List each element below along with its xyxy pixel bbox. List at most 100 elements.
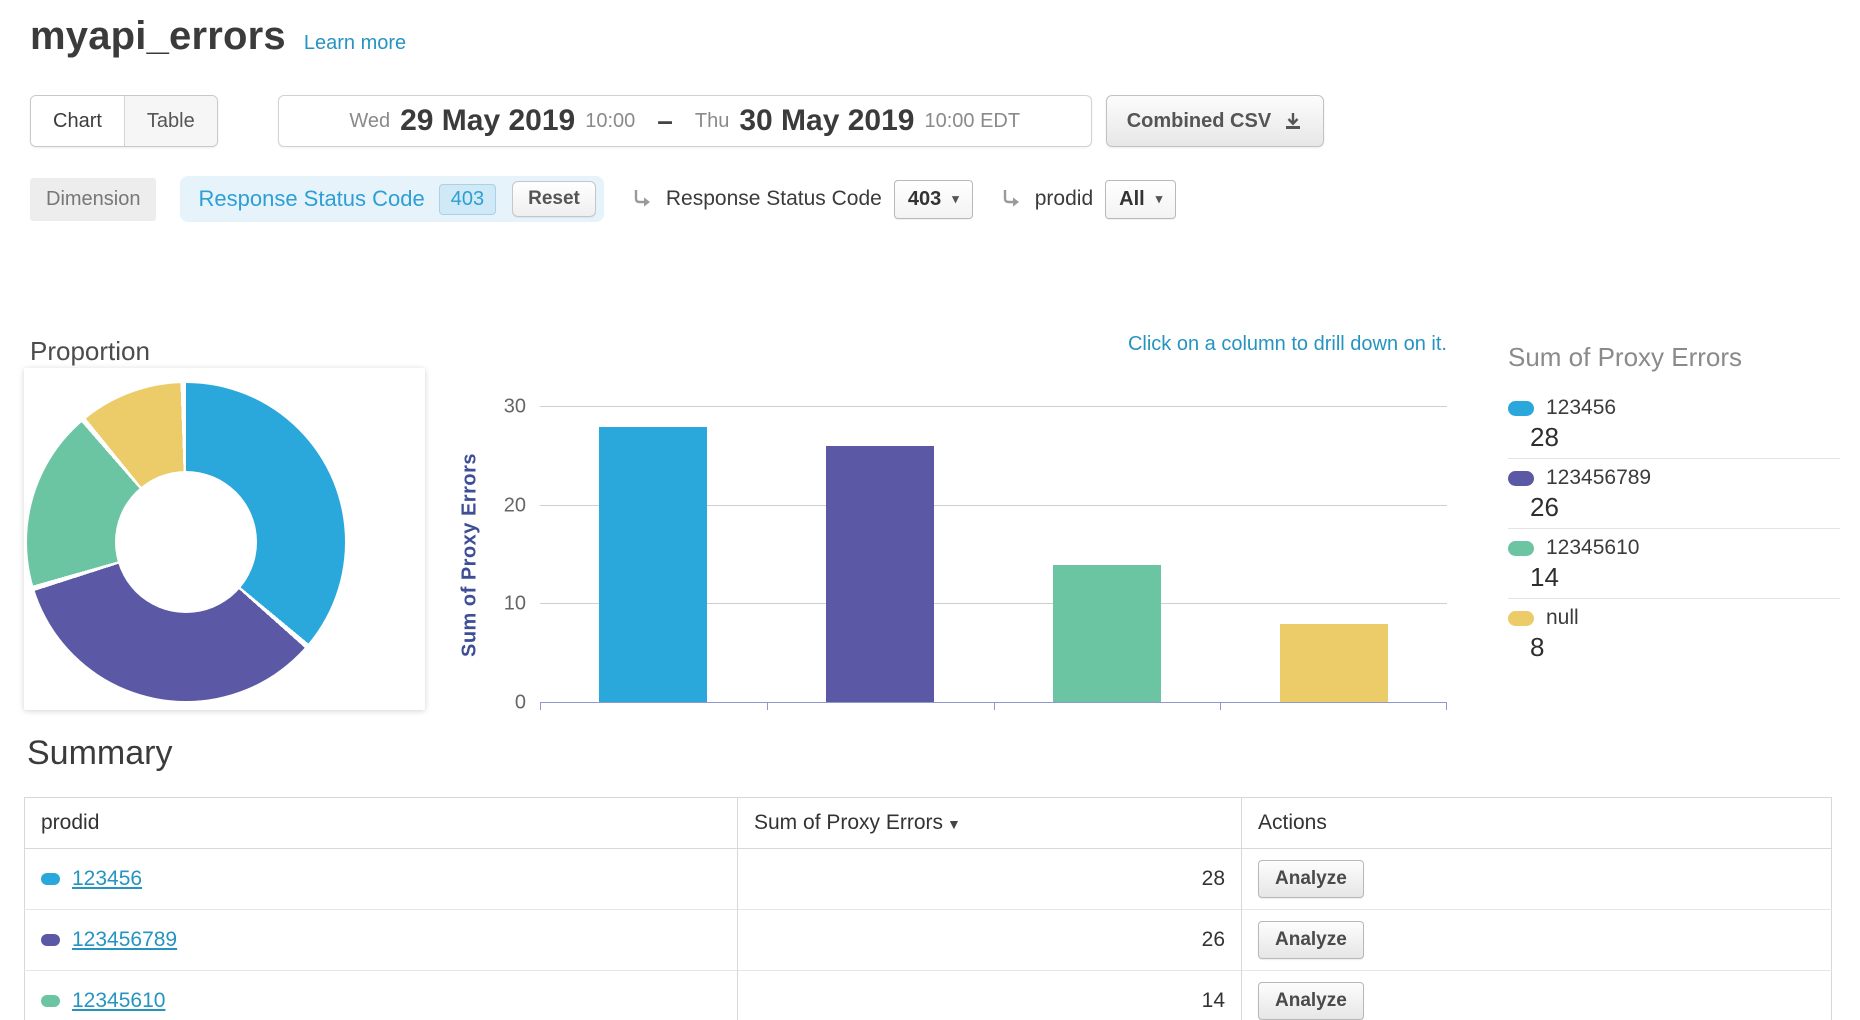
proportion-card <box>24 368 425 710</box>
report-page: myapi_errors Learn more Chart Table Wed … <box>0 0 1860 1020</box>
sort-desc-icon: ▼ <box>947 816 961 832</box>
active-filter-name: Response Status Code <box>198 186 424 212</box>
header: myapi_errors Learn more <box>30 14 406 59</box>
column-header-prodid: prodid <box>25 798 738 849</box>
drilldown-select-prodid[interactable]: All ▾ <box>1105 180 1176 219</box>
drilldown-response-status-code: Response Status Code 403 ▾ <box>630 180 973 219</box>
toolbar: Chart Table Wed 29 May 2019 10:00 – Thu … <box>30 95 1324 147</box>
donut-chart[interactable] <box>27 383 345 701</box>
y-tick-label: 0 <box>515 692 526 715</box>
bar-slot <box>540 407 767 703</box>
active-filter-chip[interactable]: Response Status Code 403 Reset <box>180 176 603 222</box>
analyze-button-12345610[interactable]: Analyze <box>1258 982 1364 1020</box>
date-range-picker[interactable]: Wed 29 May 2019 10:00 – Thu 30 May 2019 … <box>278 95 1092 147</box>
prodid-link-12345610[interactable]: 12345610 <box>72 989 165 1012</box>
legend-value: 14 <box>1530 563 1840 592</box>
y-tick-label: 20 <box>504 494 526 517</box>
bar-chart <box>540 407 1447 703</box>
bar-123456[interactable] <box>599 427 707 703</box>
combined-csv-label: Combined CSV <box>1127 110 1271 133</box>
start-day: Wed <box>349 110 390 133</box>
legend-item-123456789: 123456789 26 <box>1508 458 1840 528</box>
bar-12345610[interactable] <box>1053 565 1161 703</box>
drilldown-arrow-icon <box>630 187 654 211</box>
end-date: 30 May 2019 <box>739 104 914 138</box>
drilldown-prodid: prodid All ▾ <box>999 180 1176 219</box>
download-icon <box>1283 111 1303 131</box>
legend-label: 123456 <box>1546 396 1616 420</box>
drilldown-selected-value: 403 <box>908 188 941 211</box>
page-title: myapi_errors <box>30 14 286 59</box>
y-axis: 0102030 <box>478 407 526 703</box>
legend-swatch <box>1508 401 1534 416</box>
drilldown-label: Response Status Code <box>666 187 882 211</box>
column-header-sum-of-proxy-errors[interactable]: Sum of Proxy Errors▼ <box>738 798 1242 849</box>
legend-label: 123456789 <box>1546 466 1651 490</box>
reset-button[interactable]: Reset <box>512 181 596 217</box>
column-header-actions: Actions <box>1242 798 1832 849</box>
sum-of-proxy-errors-value: 14 <box>738 971 1242 1020</box>
end-time: 10:00 EDT <box>924 110 1020 133</box>
sum-of-proxy-errors-value: 28 <box>738 849 1242 910</box>
start-date: 29 May 2019 <box>400 104 575 138</box>
row-color-swatch <box>41 995 60 1007</box>
end-day: Thu <box>695 110 729 133</box>
drilldown-hint: Click on a column to drill down on it. <box>540 333 1447 356</box>
x-axis-baseline <box>540 702 1447 703</box>
view-toggle: Chart Table <box>30 95 218 147</box>
donut-hole <box>115 471 257 613</box>
analyze-button-123456789[interactable]: Analyze <box>1258 921 1364 959</box>
table-row: 123456 28 Analyze <box>25 849 1832 910</box>
date-range-separator: – <box>657 105 673 137</box>
active-filter-value: 403 <box>439 184 496 215</box>
bar-slot <box>767 407 994 703</box>
summary-table-header-row: prodid Sum of Proxy Errors▼ Actions <box>25 798 1832 849</box>
bar-slots <box>540 407 1447 703</box>
prodid-link-123456[interactable]: 123456 <box>72 867 142 890</box>
drilldown-selected-value: All <box>1119 188 1145 211</box>
proportion-label: Proportion <box>30 336 150 367</box>
legend-item-12345610: 12345610 14 <box>1508 528 1840 598</box>
combined-csv-button[interactable]: Combined CSV <box>1106 95 1324 147</box>
bar-slot <box>994 407 1221 703</box>
summary-table-body: 12345628Analyze12345678926Analyze1234561… <box>25 849 1832 1020</box>
legend-swatch <box>1508 541 1534 556</box>
y-tick-label: 30 <box>504 396 526 419</box>
prodid-link-123456789[interactable]: 123456789 <box>72 928 177 951</box>
legend: Sum of Proxy Errors 12345628123456789261… <box>1508 342 1840 668</box>
start-time: 10:00 <box>585 110 635 133</box>
legend-item-null: null 8 <box>1508 598 1840 668</box>
table-row: 12345610 14 Analyze <box>25 971 1832 1020</box>
analyze-button-123456[interactable]: Analyze <box>1258 860 1364 898</box>
row-color-swatch <box>41 934 60 946</box>
summary-table: prodid Sum of Proxy Errors▼ Actions 1234… <box>24 797 1832 1020</box>
drilldown-label: prodid <box>1035 187 1093 211</box>
tab-chart[interactable]: Chart <box>31 96 124 146</box>
legend-value: 26 <box>1530 493 1840 522</box>
table-row: 123456789 26 Analyze <box>25 910 1832 971</box>
bar-null[interactable] <box>1280 624 1388 703</box>
legend-label: null <box>1546 606 1579 630</box>
learn-more-link[interactable]: Learn more <box>304 32 406 55</box>
chevron-down-icon: ▾ <box>952 191 959 207</box>
filter-row: Dimension Response Status Code 403 Reset… <box>30 176 1176 222</box>
y-tick-label: 10 <box>504 593 526 616</box>
legend-value: 8 <box>1530 633 1840 662</box>
chevron-down-icon: ▾ <box>1156 191 1163 207</box>
tab-table[interactable]: Table <box>124 96 217 146</box>
sum-of-proxy-errors-value: 26 <box>738 910 1242 971</box>
legend-item-123456: 123456 28 <box>1508 389 1840 458</box>
bar-slot <box>1220 407 1447 703</box>
dimension-label: Dimension <box>30 178 156 221</box>
legend-label: 12345610 <box>1546 536 1639 560</box>
legend-swatch <box>1508 611 1534 626</box>
row-color-swatch <box>41 873 60 885</box>
legend-title: Sum of Proxy Errors <box>1508 342 1840 373</box>
drilldown-arrow-icon <box>999 187 1023 211</box>
legend-swatch <box>1508 471 1534 486</box>
legend-items: 123456 28 123456789 26 12345610 14 null 8 <box>1508 389 1840 668</box>
summary-heading: Summary <box>27 734 172 773</box>
legend-value: 28 <box>1530 423 1840 452</box>
drilldown-select-response-status-code[interactable]: 403 ▾ <box>894 180 973 219</box>
bar-123456789[interactable] <box>826 446 934 703</box>
